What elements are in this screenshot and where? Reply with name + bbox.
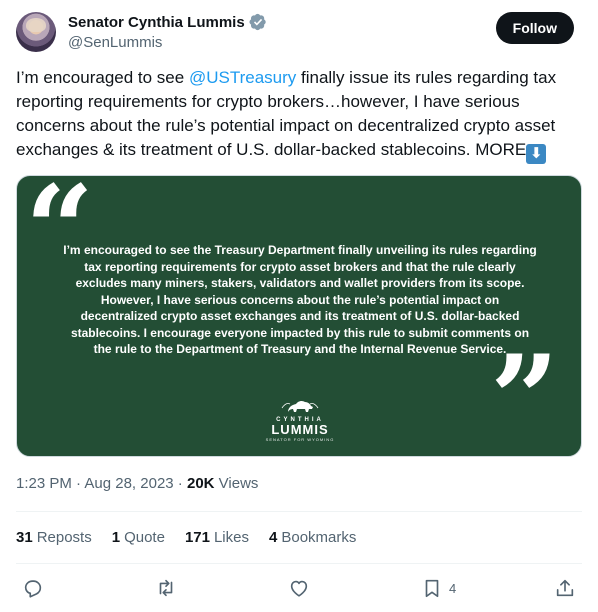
- bookmarks-label: Bookmarks: [281, 529, 357, 546]
- share-button[interactable]: [554, 577, 576, 599]
- lummis-logo: CYNTHIA LUMMIS SENATOR FOR WYOMING: [260, 398, 340, 446]
- repost-icon: [159, 579, 173, 597]
- name-row: Senator Cynthia Lummis: [68, 13, 267, 31]
- quotes-label: Quote: [124, 529, 165, 546]
- reposts-stat[interactable]: 31 Reposts: [16, 529, 92, 546]
- logo-subtitle: SENATOR FOR WYOMING: [265, 437, 335, 442]
- repost-button[interactable]: [155, 577, 177, 599]
- tweet-time[interactable]: 1:23 PM: [16, 475, 72, 492]
- bison-icon: [281, 400, 319, 412]
- likes-label: Likes: [213, 529, 249, 546]
- bookmark-icon: [425, 579, 439, 598]
- tweet-meta: 1:23 PM · Aug 28, 2023 · 20K Views: [16, 475, 258, 492]
- bookmarks-count: 4: [269, 529, 278, 546]
- quotes-count: 1: [111, 529, 121, 546]
- avatar[interactable]: [16, 12, 56, 52]
- logo-last-name: LUMMIS: [271, 422, 329, 437]
- divider: [16, 563, 582, 564]
- tweet-header: Senator Cynthia Lummis @SenLummis Follow: [16, 12, 582, 56]
- reposts-count: 31: [16, 529, 33, 546]
- handle[interactable]: @SenLummis: [68, 34, 162, 51]
- close-quote-mark: ”: [489, 329, 559, 457]
- meta-separator: ·: [71, 475, 85, 492]
- engagement-stats: 31 Reposts 1 Quote 171 Likes 4 Bookmarks: [16, 529, 356, 546]
- share-icon: [556, 579, 574, 597]
- likes-stat[interactable]: 171 Likes: [185, 529, 249, 546]
- tweet-media-image[interactable]: “ I’m encouraged to see the Treasury Dep…: [16, 175, 582, 457]
- divider: [16, 511, 582, 512]
- quotes-stat[interactable]: 1 Quote: [112, 529, 165, 546]
- tweet-text: I’m encouraged to see @USTreasury finall…: [16, 66, 582, 164]
- meta-separator: ·: [173, 475, 187, 492]
- verified-badge-icon: [249, 13, 266, 31]
- likes-count: 171: [184, 529, 210, 546]
- bookmark-count: 4: [449, 580, 457, 596]
- views-label: Views: [214, 475, 259, 492]
- reply-icon: [24, 580, 42, 598]
- mention-link[interactable]: @USTreasury: [189, 68, 296, 87]
- tweet-text-part1: I’m encouraged to see: [16, 68, 189, 87]
- display-name[interactable]: Senator Cynthia Lummis: [68, 14, 245, 31]
- heart-icon: [290, 580, 308, 597]
- down-arrow-emoji-icon: ⬇: [526, 144, 547, 164]
- action-bar: 4: [16, 575, 582, 603]
- tweet-date[interactable]: Aug 28, 2023: [84, 475, 173, 492]
- views-count: 20K: [186, 475, 215, 492]
- bookmark-button[interactable]: 4: [421, 577, 456, 599]
- media-quote-text: I’m encouraged to see the Treasury Depar…: [63, 243, 537, 356]
- like-button[interactable]: [288, 577, 310, 599]
- reposts-label: Reposts: [36, 529, 92, 546]
- reply-button[interactable]: [22, 577, 44, 599]
- follow-button[interactable]: Follow: [495, 12, 574, 44]
- bookmarks-stat[interactable]: 4 Bookmarks: [269, 529, 356, 546]
